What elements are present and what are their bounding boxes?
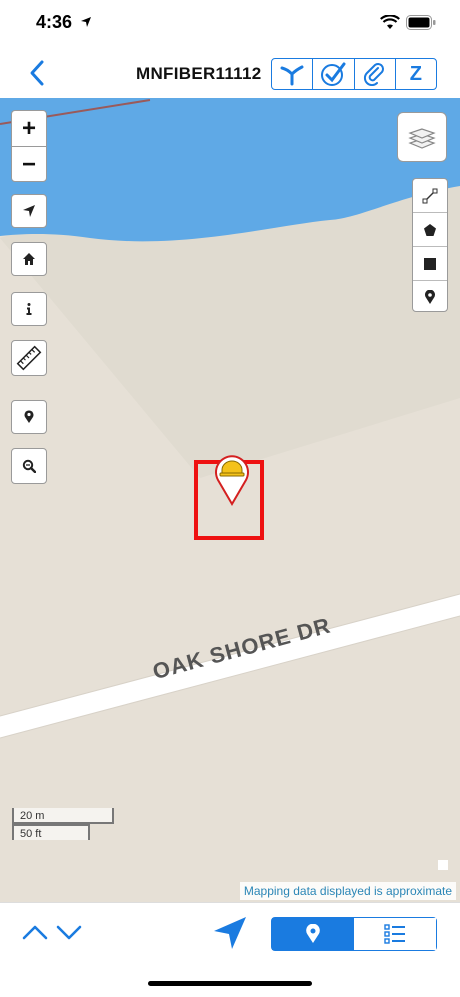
draw-rectangle-button[interactable] [413,247,447,281]
page-title: MNFIBER11112 [136,64,262,83]
route-button[interactable] [272,59,314,89]
info-button[interactable] [11,292,47,326]
polygon-tool-icon [424,223,436,236]
info-icon [26,303,32,315]
check-button[interactable] [313,59,355,89]
navigation-bar: MNFIBER11112 Z [0,50,460,99]
location-arrow-icon [23,205,35,217]
status-time: 4:36 [36,12,73,32]
list-view-tab[interactable] [354,918,436,950]
pin-tool-icon [425,290,435,304]
zoom-control: + − [11,110,47,182]
home-indicator [148,981,312,986]
ruler-icon [16,345,42,371]
draw-toolbar [412,178,448,312]
layers-button[interactable] [397,112,447,162]
home-icon [23,253,35,265]
z-button[interactable]: Z [396,59,436,89]
rectangle-tool-icon [424,257,436,270]
draw-polygon-button[interactable] [413,213,447,247]
battery-icon [406,15,436,30]
navigate-button[interactable] [212,915,248,951]
location-arrow-icon [81,17,91,27]
status-bar: 4:36 [0,0,460,50]
action-segment-control: Z [271,58,437,90]
zoom-search-icon [22,459,36,473]
map-corner-box [438,860,448,870]
draw-line-button[interactable] [413,179,447,213]
layers-icon [408,128,436,149]
z-label: Z [409,62,422,85]
zoom-out-button[interactable]: − [12,147,46,182]
pin-marker-button[interactable] [11,400,47,434]
home-button[interactable] [11,242,47,276]
map-view-tab[interactable] [272,918,354,950]
measure-button[interactable] [11,340,47,376]
work-site-pin[interactable] [210,450,254,506]
wifi-icon [380,15,400,29]
zoom-search-button[interactable] [11,448,47,484]
back-button[interactable] [22,56,56,90]
map-pin-icon [24,410,34,423]
scale-metric: 20 m [12,808,114,824]
chevron-up-icon[interactable] [22,923,48,941]
check-circle-icon [321,62,346,86]
attachment-button[interactable] [355,59,396,89]
zoom-in-button[interactable]: + [12,111,46,147]
map-pin-icon [306,924,320,943]
map-attribution: Mapping data displayed is approximate [239,882,456,900]
view-toggle [271,917,437,951]
route-split-icon [280,65,304,86]
paperclip-icon [363,63,384,86]
scale-imperial: 50 ft [12,824,90,840]
locate-button[interactable] [11,194,47,228]
scale-bar: 20 m 50 ft [12,808,114,840]
line-tool-icon [422,188,438,203]
map-view[interactable]: OAK SHORE DR + − 20 m 50 ft Mapping data… [0,98,460,902]
draw-marker-button[interactable] [413,281,447,314]
chevron-down-icon[interactable] [56,923,82,941]
list-icon [384,924,405,944]
